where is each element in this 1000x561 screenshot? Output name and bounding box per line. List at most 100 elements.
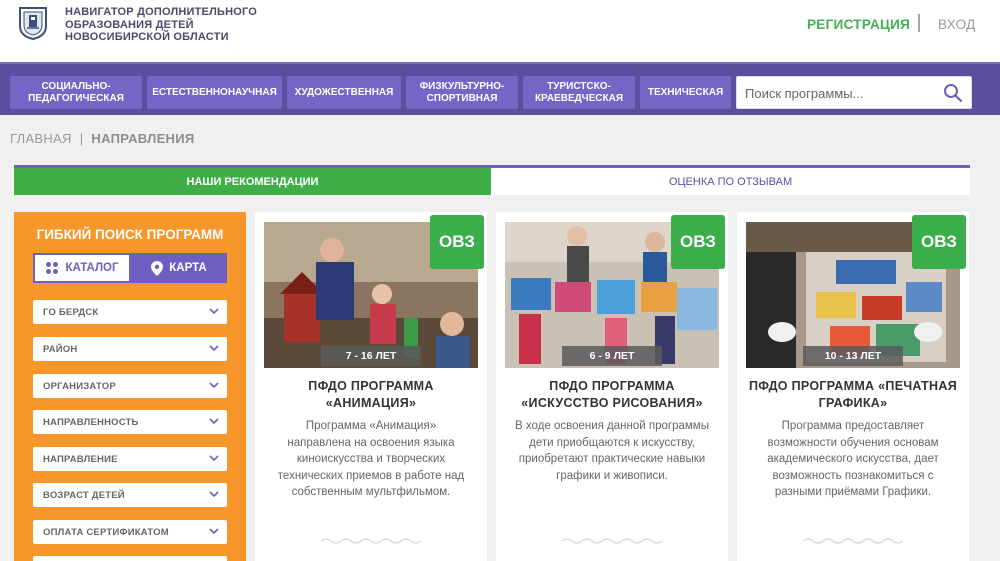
grid-icon: [46, 262, 59, 274]
filter-more[interactable]: [33, 556, 227, 561]
program-search: [736, 76, 972, 109]
nav-item-label: ФИЗКУЛЬТУРНО- СПОРТИВНАЯ: [419, 80, 505, 104]
program-card[interactable]: ОВЗ 7 - 16 ЛЕТ ПФДО ПРОГРАММА «АНИМАЦИЯ»…: [255, 212, 487, 561]
ovz-badge: ОВЗ: [671, 215, 725, 269]
category-nav: СОЦИАЛЬНО- ПЕДАГОГИЧЕСКАЯ ЕСТЕСТВЕННОНАУ…: [0, 62, 1000, 115]
site-brand[interactable]: НАВИГАТОР ДОПОЛНИТЕЛЬНОГО ОБРАЗОВАНИЯ ДЕ…: [65, 6, 257, 44]
chevron-down-icon: [209, 418, 219, 425]
nav-item-label: СОЦИАЛЬНО- ПЕДАГОГИЧЕСКАЯ: [28, 80, 124, 104]
program-card[interactable]: ОВЗ 10 - 13 ЛЕТ ПФДО ПРОГРАММА «ПЕЧАТНАЯ…: [737, 212, 969, 561]
brand-line: НАВИГАТОР ДОПОЛНИТЕЛЬНОГО: [65, 6, 258, 18]
desc-line: собственным мультфильмом.: [291, 486, 451, 498]
title-line: «АНИМАЦИЯ»: [325, 396, 417, 410]
nav-item-art[interactable]: ХУДОЖЕСТВЕННАЯ: [287, 76, 401, 109]
filter-label: НАПРАВЛЕНИЕ: [43, 453, 118, 465]
search-input[interactable]: [745, 83, 935, 103]
wave-divider: [803, 538, 903, 544]
filter-age[interactable]: ВОЗРАСТ ДЕТЕЙ: [33, 483, 227, 507]
age-label: 7 - 16 ЛЕТ: [321, 346, 421, 366]
filter-direction[interactable]: НАПРАВЛЕНИЕ: [33, 447, 227, 471]
ovz-badge: ОВЗ: [912, 215, 966, 269]
nav-item-science[interactable]: ЕСТЕСТВЕННОНАУЧНАЯ: [147, 76, 282, 109]
chevron-down-icon: [209, 345, 219, 352]
desc-line: дети приобщаются к искусству,: [529, 436, 695, 449]
nav-item-sport[interactable]: ФИЗКУЛЬТУРНО- СПОРТИВНАЯ: [406, 76, 518, 109]
program-title[interactable]: ПФДО ПРОГРАММА «АНИМАЦИЯ»: [263, 378, 479, 412]
filter-focus[interactable]: НАПРАВЛЕННОСТЬ: [33, 410, 227, 434]
desc-line: разными приёмами Графики.: [774, 486, 932, 498]
breadcrumb-home[interactable]: ГЛАВНАЯ: [10, 131, 72, 146]
nav-item-label: ХУДОЖЕСТВЕННАЯ: [294, 86, 394, 98]
filter-label: ОПЛАТА СЕРТИФИКАТОМ: [43, 526, 169, 538]
wave-divider: [321, 538, 421, 544]
catalog-view-button[interactable]: КАТАЛОГ: [33, 253, 131, 283]
desc-line: технических приемов в работе над: [277, 469, 465, 482]
chevron-down-icon: [209, 491, 219, 498]
tab-recommendations[interactable]: НАШИ РЕКОМЕНДАЦИИ: [14, 168, 491, 195]
catalog-label: КАТАЛОГ: [65, 262, 119, 274]
chevron-down-icon: [209, 455, 219, 462]
nav-item-label: ТЕХНИЧЕСКАЯ: [647, 86, 724, 98]
tab-reviews[interactable]: ОЦЕНКА ПО ОТЗЫВАМ: [491, 168, 970, 195]
desc-line: академического искусства, дает: [767, 453, 939, 465]
desc-line: В ходе освоения данной программы: [515, 420, 709, 432]
panel-title: ГИБКИЙ ПОИСК ПРОГРАММ: [36, 227, 224, 242]
title-line: ПФДО ПРОГРАММА: [549, 379, 675, 393]
search-icon[interactable]: [943, 83, 963, 103]
filter-label: РАЙОН: [43, 343, 78, 355]
filter-district[interactable]: РАЙОН: [33, 337, 227, 361]
desc-line: Программа предоставляет: [781, 420, 925, 432]
register-link[interactable]: РЕГИСТРАЦИЯ: [807, 17, 910, 32]
coat-of-arms-logo[interactable]: [18, 6, 48, 40]
brand-line: ОБРАЗОВАНИЯ ДЕТЕЙ: [65, 18, 194, 31]
title-line: ПФДО ПРОГРАММА «ПЕЧАТНАЯ: [748, 379, 957, 393]
title-line: ПФДО ПРОГРАММА: [308, 379, 434, 393]
desc-line: киноискусства и творческих: [296, 453, 446, 465]
desc-line: Программа «Анимация»: [305, 420, 437, 432]
age-label: 6 - 9 ЛЕТ: [562, 346, 662, 366]
desc-line: возможности обучения основам: [767, 436, 939, 449]
login-link[interactable]: ВХОД: [938, 17, 976, 32]
site-header: НАВИГАТОР ДОПОЛНИТЕЛЬНОГО ОБРАЗОВАНИЯ ДЕ…: [0, 0, 1000, 62]
title-line: ГРАФИКА»: [818, 396, 888, 410]
program-card[interactable]: ОВЗ 6 - 9 ЛЕТ ПФДО ПРОГРАММА «ИСКУССТВО …: [496, 212, 728, 561]
program-description: Программа предоставляет возможности обуч…: [745, 418, 961, 501]
map-label: КАРТА: [169, 262, 207, 274]
program-title[interactable]: ПФДО ПРОГРАММА «ПЕЧАТНАЯ ГРАФИКА»: [745, 378, 961, 412]
map-pin-icon: [151, 260, 164, 276]
map-view-button[interactable]: КАРТА: [131, 253, 227, 283]
desc-line: направлена на освоения языка: [287, 436, 455, 449]
title-line: «ИСКУССТВО РИСОВАНИЯ»: [521, 396, 703, 410]
desc-line: графики и живописи.: [556, 469, 668, 482]
breadcrumb-current: НАПРАВЛЕНИЯ: [91, 131, 195, 146]
ovz-badge: ОВЗ: [430, 215, 484, 269]
program-title[interactable]: ПФДО ПРОГРАММА «ИСКУССТВО РИСОВАНИЯ»: [504, 378, 720, 412]
sort-tabs: НАШИ РЕКОМЕНДАЦИИ ОЦЕНКА ПО ОТЗЫВАМ: [14, 165, 970, 195]
chevron-down-icon: [209, 528, 219, 535]
nav-item-label: ТУРИСТСКО- КРАЕВЕДЧЕСКАЯ: [534, 80, 624, 104]
nav-item-technical[interactable]: ТЕХНИЧЕСКАЯ: [640, 76, 731, 109]
breadcrumb-separator: |: [79, 131, 84, 146]
chevron-down-icon: [209, 382, 219, 389]
filter-label: ГО БЕРДСК: [43, 306, 99, 318]
program-description: В ходе освоения данной программы дети пр…: [504, 418, 720, 484]
program-description: Программа «Анимация» направлена на освое…: [263, 418, 479, 501]
nav-item-tourism[interactable]: ТУРИСТСКО- КРАЕВЕДЧЕСКАЯ: [523, 76, 635, 109]
filter-label: ВОЗРАСТ ДЕТЕЙ: [43, 489, 125, 501]
chevron-down-icon: [209, 308, 219, 315]
nav-item-label: ЕСТЕСТВЕННОНАУЧНАЯ: [152, 86, 277, 98]
desc-line: возможность познакомиться с: [772, 469, 934, 482]
flexible-search-panel: ГИБКИЙ ПОИСК ПРОГРАММ КАТАЛОГ КАРТА ГО Б…: [14, 212, 246, 561]
brand-line: НОВОСИБИРСКОЙ ОБЛАСТИ: [65, 31, 229, 43]
age-label: 10 - 13 ЛЕТ: [803, 346, 903, 366]
view-switch: КАТАЛОГ КАРТА: [33, 253, 227, 283]
breadcrumb: ГЛАВНАЯ | НАПРАВЛЕНИЯ: [10, 131, 195, 146]
desc-line: приобретают практические навыки: [518, 453, 706, 465]
wave-divider: [562, 538, 662, 544]
nav-item-social[interactable]: СОЦИАЛЬНО- ПЕДАГОГИЧЕСКАЯ: [10, 76, 142, 109]
header-divider: [918, 14, 920, 32]
filter-label: НАПРАВЛЕННОСТЬ: [43, 416, 139, 428]
filter-city[interactable]: ГО БЕРДСК: [33, 300, 227, 324]
filter-certificate-payment[interactable]: ОПЛАТА СЕРТИФИКАТОМ: [33, 520, 227, 544]
filter-organizer[interactable]: ОРГАНИЗАТОР: [33, 374, 227, 398]
